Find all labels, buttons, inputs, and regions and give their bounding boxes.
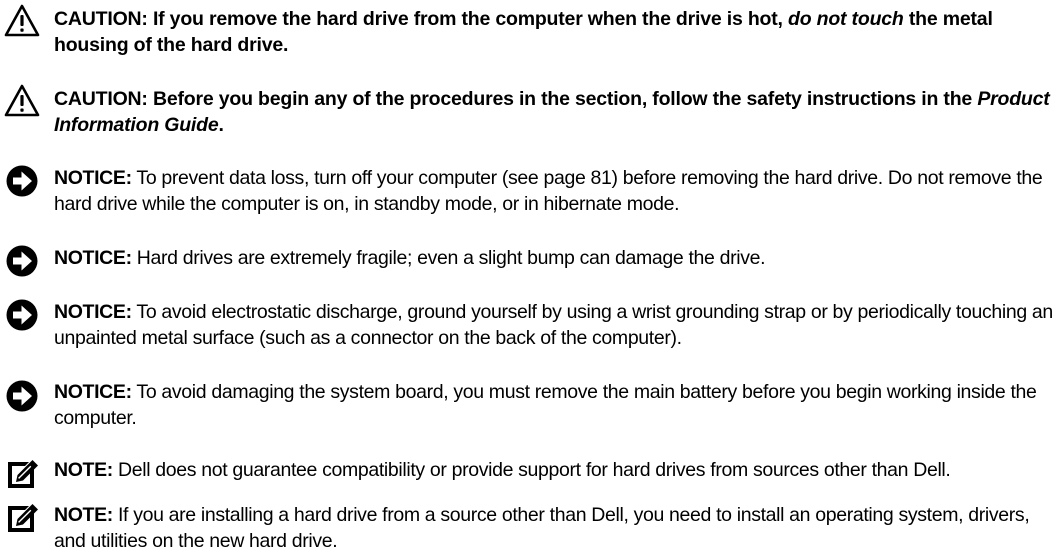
caution-label: CAUTION:	[54, 88, 148, 110]
notice-text: NOTICE: Hard drives are extremely fragil…	[54, 247, 766, 269]
caution-label: CAUTION:	[54, 8, 148, 30]
notice-arrow-icon	[6, 165, 38, 197]
notice-label: NOTICE:	[54, 381, 132, 403]
notice-arrow-icon	[6, 245, 38, 277]
notice-arrow-icon	[6, 299, 38, 331]
notice-text: NOTICE: To avoid electrostatic discharge…	[54, 301, 1053, 349]
notice-label: NOTICE:	[54, 301, 132, 323]
notice-arrow-icon	[6, 380, 38, 412]
note-text: NOTE: If you are installing a hard drive…	[54, 504, 1030, 552]
notice-label: NOTICE:	[54, 167, 132, 189]
note-pencil-icon	[8, 460, 38, 488]
emphasis-do-not-touch: do not touch	[787, 8, 904, 30]
note-text: NOTE: Dell does not guarantee compatibil…	[54, 459, 951, 481]
notice-label: NOTICE:	[54, 247, 132, 269]
note-label: NOTE:	[54, 459, 113, 481]
caution-text: CAUTION: Before you begin any of the pro…	[54, 88, 1050, 136]
caution-text: CAUTION: If you remove the hard drive fr…	[54, 8, 993, 56]
note-label: NOTE:	[54, 504, 113, 526]
notice-text: NOTICE: To avoid damaging the system boa…	[54, 381, 1037, 429]
note-pencil-icon	[8, 504, 38, 532]
notice-text: NOTICE: To prevent data loss, turn off y…	[54, 167, 1043, 215]
caution-triangle-icon	[4, 4, 40, 37]
caution-triangle-icon	[4, 84, 40, 117]
